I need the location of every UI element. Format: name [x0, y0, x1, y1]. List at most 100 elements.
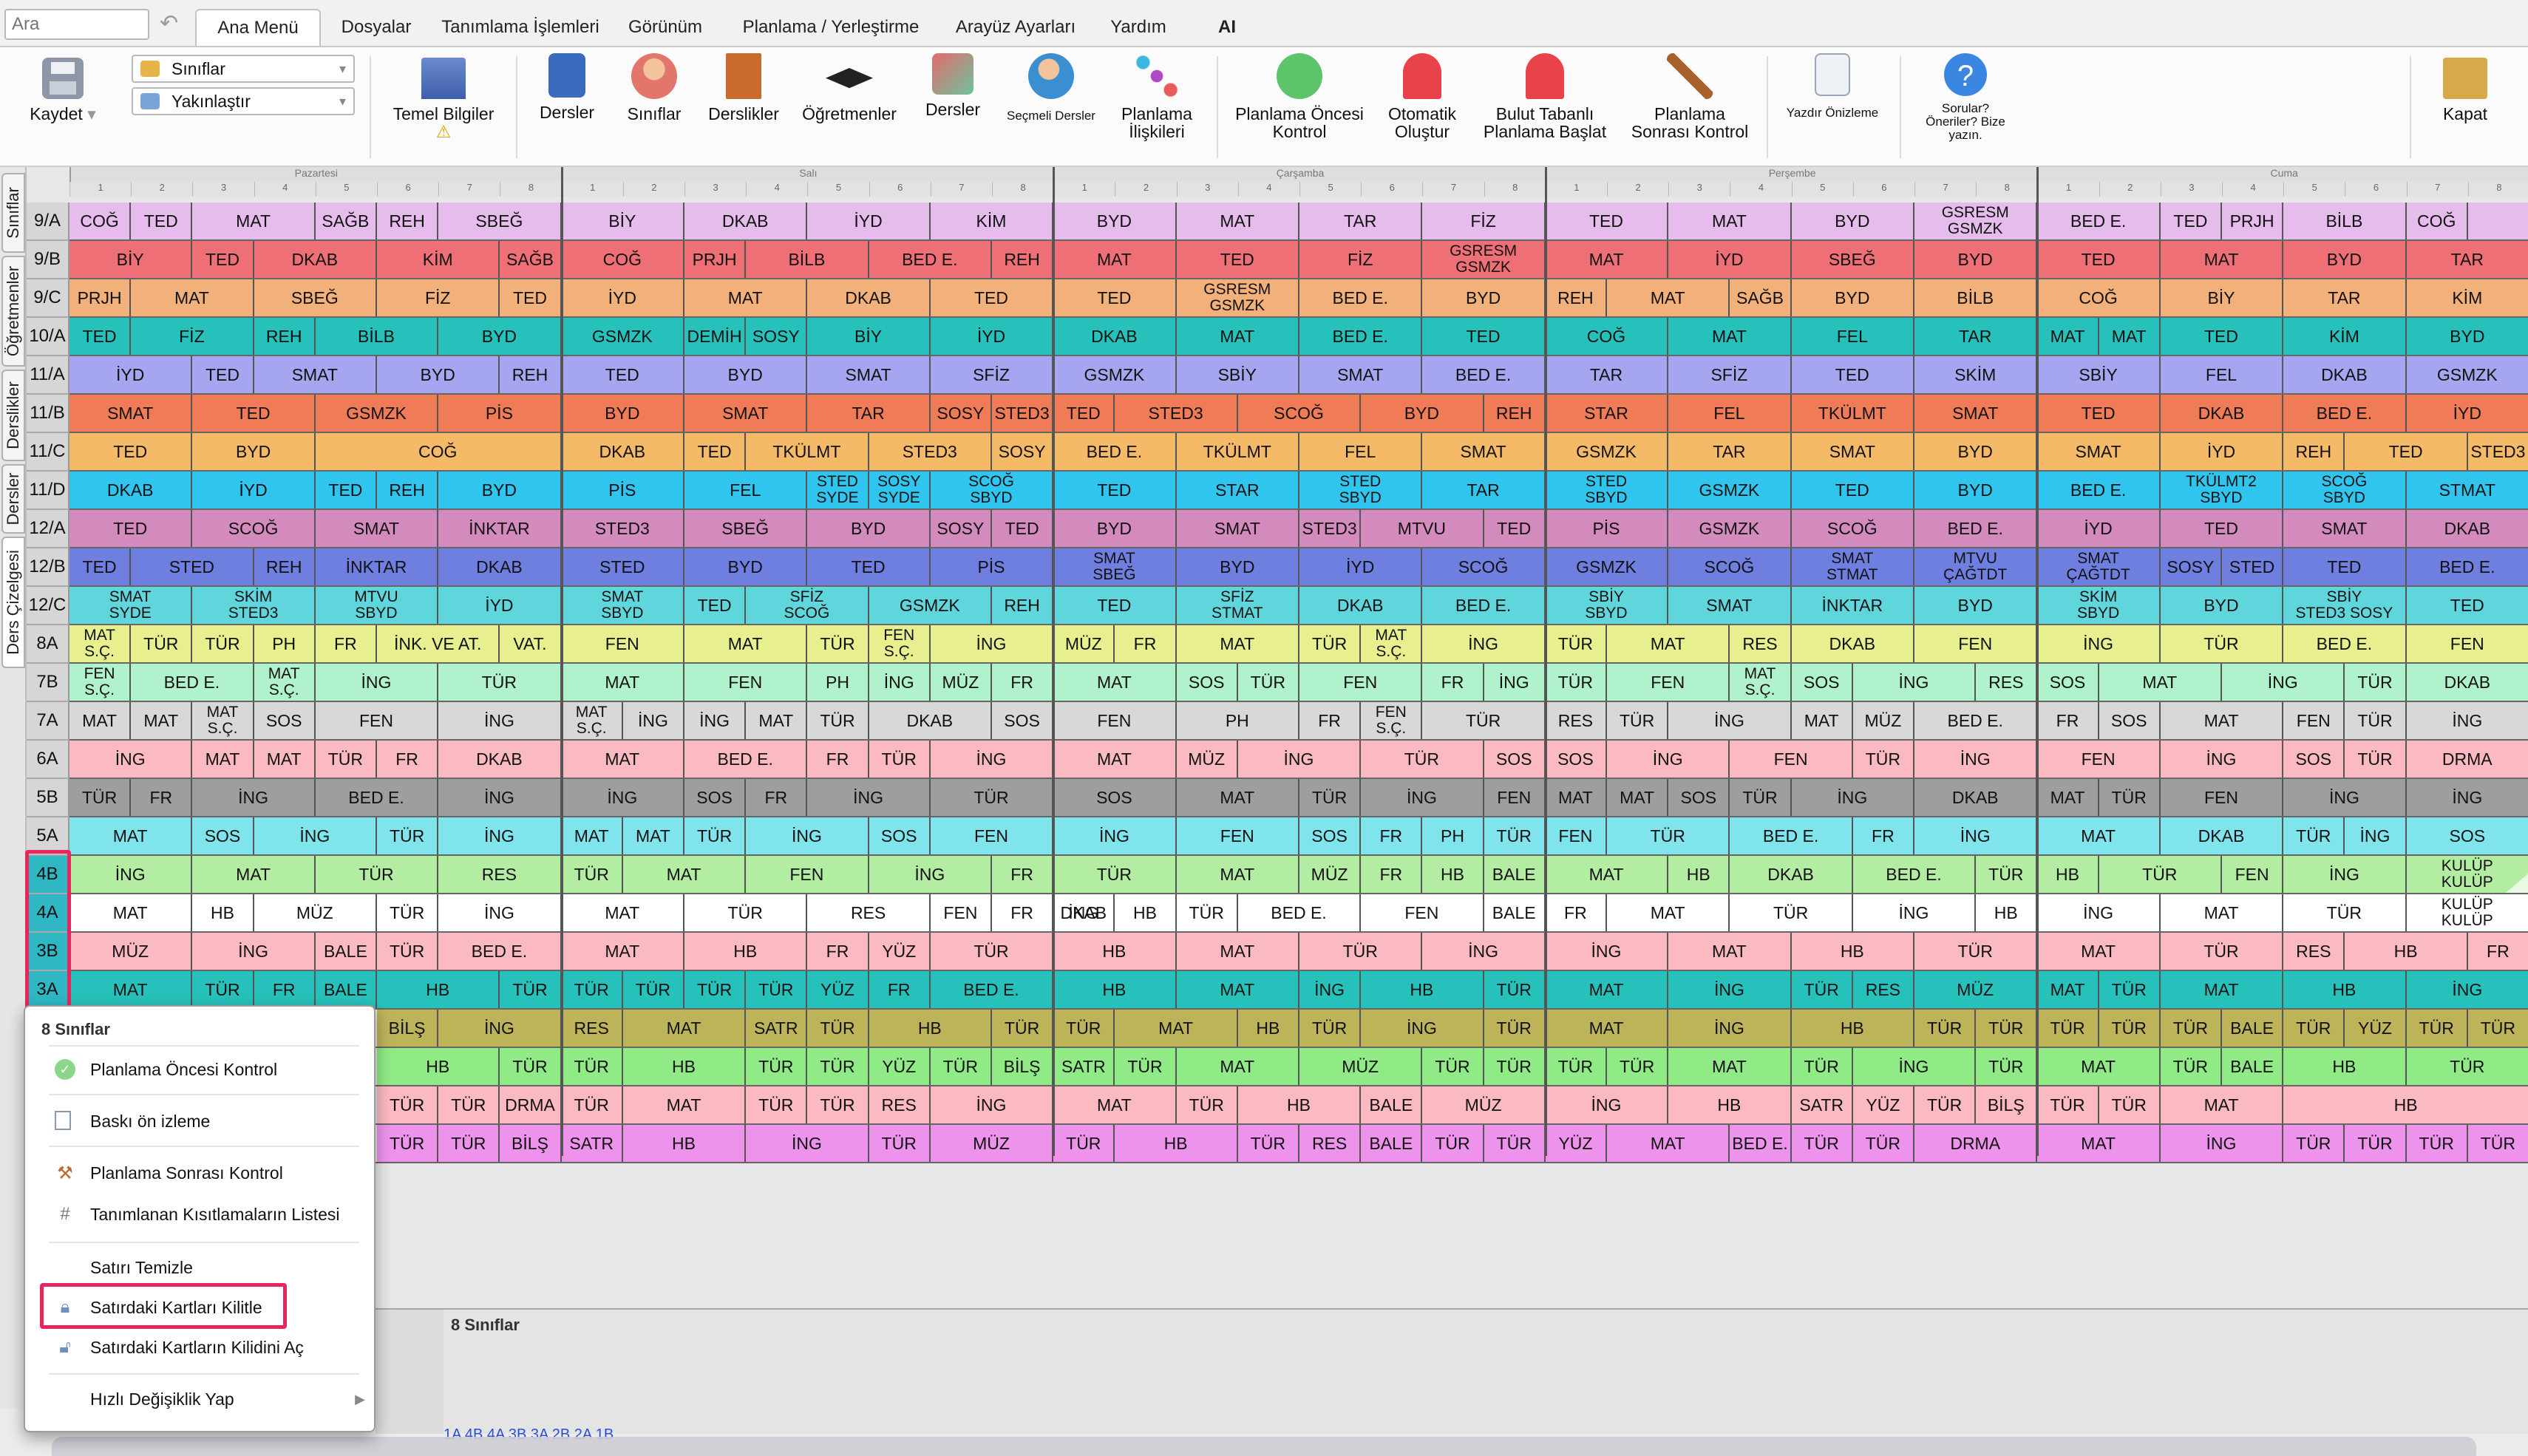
lesson-card[interactable]: SBEĞ — [438, 203, 562, 239]
lesson-card[interactable]: SBEĞ — [684, 510, 808, 547]
lesson-card[interactable]: SOS — [992, 702, 1054, 739]
lesson-card[interactable]: SOSY SYDE — [869, 472, 931, 508]
lesson-card[interactable]: MAT — [2161, 702, 2284, 739]
tab-dosyalar[interactable]: Dosyalar — [321, 9, 432, 46]
lesson-card[interactable]: BALE — [2222, 1010, 2284, 1047]
lesson-card[interactable]: TED — [2283, 548, 2407, 585]
lesson-card[interactable]: TED — [69, 433, 193, 470]
lesson-card[interactable]: GSRESM GSMZK — [1422, 241, 1546, 278]
lesson-card[interactable]: SKİM — [1914, 356, 2038, 393]
lesson-card[interactable]: BYD — [192, 433, 316, 470]
lesson-card[interactable]: TED — [1053, 472, 1177, 508]
lesson-card[interactable]: İNG — [1668, 1010, 1792, 1047]
relations-button[interactable]: Planlama İlişkileri — [1109, 53, 1205, 140]
lesson-card[interactable]: MÜZ — [1299, 1048, 1423, 1085]
lesson-card[interactable]: İNG — [869, 856, 992, 893]
lesson-card[interactable]: GSMZK — [562, 318, 684, 355]
lesson-card[interactable]: İNG — [1668, 702, 1792, 739]
lesson-card[interactable]: YÜZ — [2345, 1010, 2407, 1047]
precheck-button[interactable]: Planlama Öncesi Kontrol — [1227, 53, 1372, 140]
lesson-card[interactable]: MAT — [2161, 971, 2284, 1008]
lesson-card[interactable]: TÜR — [2099, 856, 2222, 893]
lesson-card[interactable]: BED E. — [2283, 625, 2407, 662]
lesson-card[interactable]: İNG — [1546, 1086, 1669, 1123]
lesson-card[interactable]: FEN — [1914, 625, 2038, 662]
lesson-card[interactable]: MAT — [2037, 933, 2161, 970]
lesson-card[interactable]: MAT — [562, 933, 684, 970]
lesson-card[interactable]: FEN — [2283, 702, 2345, 739]
lesson-card[interactable]: BYD — [1422, 279, 1546, 316]
lesson-card[interactable]: TED — [69, 318, 132, 355]
lesson-card[interactable]: FEL — [684, 472, 808, 508]
lesson-card[interactable]: TED — [1484, 510, 1546, 547]
lesson-card[interactable]: İNKTAR — [438, 510, 562, 547]
lesson-card[interactable]: FEN — [2161, 779, 2284, 816]
lesson-card[interactable]: MAT — [2037, 817, 2161, 854]
lesson-card[interactable]: FR — [1422, 664, 1484, 701]
lesson-card[interactable]: İNK. VE AT. — [377, 625, 500, 662]
lesson-card[interactable]: TÜR — [1792, 1125, 1853, 1162]
lesson-card[interactable]: MAT — [192, 741, 254, 778]
lesson-card[interactable]: TÜR — [2407, 1125, 2468, 1162]
lessons-button[interactable]: Dersler — [526, 53, 608, 121]
lesson-card[interactable]: BED E. — [316, 779, 439, 816]
lesson-card[interactable]: TÜR — [2407, 1010, 2468, 1047]
lesson-card[interactable]: TÜR — [131, 625, 193, 662]
lesson-card[interactable]: REH — [377, 203, 439, 239]
lesson-card[interactable]: FR — [254, 971, 316, 1008]
lesson-card[interactable]: TÜR — [1546, 664, 1607, 701]
lesson-card[interactable]: TÜR — [684, 817, 747, 854]
side-tab-classes[interactable]: Sınıflar — [1, 173, 25, 253]
lesson-card[interactable]: TÜR — [316, 741, 377, 778]
lesson-card[interactable]: SFİZ — [931, 356, 1054, 393]
lesson-card[interactable]: BED E. — [2037, 472, 2161, 508]
lesson-card[interactable]: İYD — [2407, 395, 2528, 432]
lesson-card[interactable]: BYD — [1792, 279, 1914, 316]
lesson-card[interactable]: COĞ — [69, 203, 132, 239]
lesson-card[interactable]: GSMZK — [1053, 356, 1177, 393]
lesson-card[interactable]: TÜR — [1976, 856, 2038, 893]
lesson-card[interactable]: BED E. — [1914, 702, 2038, 739]
lesson-card[interactable]: İNG — [192, 933, 316, 970]
lesson-card[interactable]: İNG — [1668, 971, 1792, 1008]
lesson-card[interactable]: MAT — [1115, 1010, 1238, 1047]
lesson-card[interactable]: TED — [2345, 433, 2468, 470]
lesson-card[interactable]: SOSY — [931, 510, 992, 547]
feedback-button[interactable]: ? Sorular? Öneriler? Bize yazın. — [1910, 53, 2021, 142]
lesson-card[interactable]: MAT S.Ç. — [1730, 664, 1792, 701]
lesson-card[interactable]: STED SYDE — [807, 472, 869, 508]
lesson-card[interactable]: DRMA — [500, 1086, 562, 1123]
lesson-card[interactable]: KULÜP KULÜP — [2407, 894, 2528, 931]
lesson-card[interactable]: MAT — [1546, 779, 1607, 816]
lesson-card[interactable]: TÜR — [2099, 1086, 2161, 1123]
lesson-card[interactable]: TÜR — [807, 702, 869, 739]
lesson-card[interactable]: BED E. — [1730, 1125, 1792, 1162]
lesson-card[interactable]: BED E. — [1914, 510, 2038, 547]
lesson-card[interactable]: SBİY SBYD — [1546, 587, 1669, 624]
lesson-card[interactable]: MAT — [1607, 894, 1730, 931]
lesson-card[interactable]: TÜR — [377, 894, 439, 931]
row-label[interactable]: 9/A — [27, 203, 69, 241]
lesson-card[interactable]: TÜR — [1546, 625, 1607, 662]
lesson-card[interactable]: STED — [562, 548, 684, 585]
lesson-card[interactable]: TÜR — [1607, 702, 1669, 739]
lesson-card[interactable]: MAT — [1546, 856, 1669, 893]
lesson-card[interactable]: TÜR — [377, 933, 439, 970]
lesson-card[interactable]: RES — [1976, 664, 2038, 701]
lesson-card[interactable]: SBEĞ — [254, 279, 377, 316]
postcheck-button[interactable]: Planlama Sonrası Kontrol — [1625, 53, 1755, 140]
lesson-card[interactable]: İNG — [1422, 933, 1546, 970]
lesson-card[interactable]: TÜR — [1053, 856, 1177, 893]
lesson-card[interactable]: TÜR — [192, 971, 254, 1008]
lesson-card[interactable]: DKAB — [807, 279, 931, 316]
lesson-card[interactable]: İNG — [316, 664, 439, 701]
lesson-card[interactable]: TED — [192, 395, 316, 432]
lesson-card[interactable]: İYD — [1299, 548, 1423, 585]
lesson-card[interactable]: HB — [869, 1010, 992, 1047]
lesson-card[interactable]: TÜR — [2099, 779, 2161, 816]
lesson-card[interactable]: MAT — [131, 279, 254, 316]
lesson-card[interactable]: MAT — [254, 741, 316, 778]
lesson-card[interactable]: BALE — [1484, 894, 1546, 931]
lesson-card[interactable]: İNG — [931, 1086, 1054, 1123]
lesson-card[interactable]: MAT — [1177, 856, 1299, 893]
